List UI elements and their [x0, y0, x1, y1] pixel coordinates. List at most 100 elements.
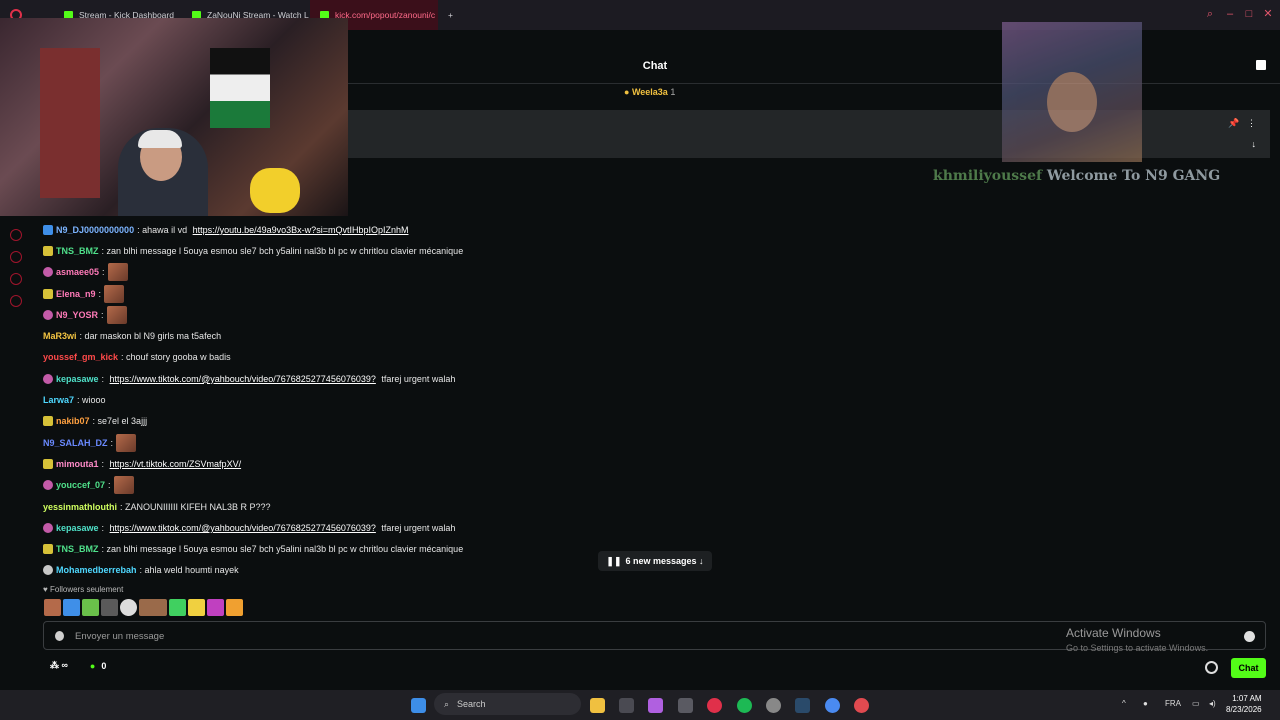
- language-indicator[interactable]: FRA: [1165, 699, 1181, 708]
- chat-username[interactable]: N9_DJ0000000000: [56, 225, 134, 235]
- app-icon[interactable]: [766, 698, 781, 713]
- chat-text: :: [102, 267, 105, 278]
- chat-settings-icon[interactable]: [1205, 661, 1218, 674]
- microphone-icon[interactable]: ●: [1143, 699, 1148, 708]
- send-chat-button[interactable]: Chat: [1231, 658, 1266, 678]
- new-messages-button[interactable]: ❚❚ 6 new messages ↓: [598, 551, 712, 571]
- pin-icon[interactable]: 📌: [1228, 118, 1239, 128]
- chat-username[interactable]: Larwa7: [43, 395, 74, 405]
- chat-username[interactable]: kepasawe: [56, 374, 99, 384]
- chat-message: nakib07: se7el el 3ajjj: [43, 411, 743, 432]
- chat-message: MaR3wi: dar maskon bl N9 girls ma t5afec…: [43, 325, 743, 346]
- emote-icon[interactable]: [63, 599, 80, 616]
- file-explorer-icon[interactable]: [590, 698, 605, 713]
- chat-messages: N9_DJ0000000000: ahawa il vd https://you…: [43, 219, 743, 581]
- chat-emote-icon: [113, 476, 134, 495]
- calculator-icon[interactable]: [678, 698, 693, 713]
- chat-username[interactable]: youssef_gm_kick: [43, 352, 118, 362]
- chat-username[interactable]: Elena_n9: [56, 289, 96, 299]
- windows-taskbar: [0, 690, 1280, 720]
- copilot-icon[interactable]: [648, 698, 663, 713]
- emote-icon[interactable]: [169, 599, 186, 616]
- emote-icon[interactable]: [120, 599, 137, 616]
- shelf-image: [40, 48, 100, 198]
- sidebar-history-icon[interactable]: [10, 251, 22, 263]
- emote-icon[interactable]: [139, 599, 167, 616]
- chat-text: : ahla weld houmti nayek: [139, 565, 239, 576]
- emote-icon[interactable]: [101, 599, 118, 616]
- chat-message: youssef_gm_kick: chouf story gooba w bad…: [43, 347, 743, 368]
- emote-icon[interactable]: [188, 599, 205, 616]
- chat-message: TNS_BMZ: zan blhi message l 5ouya esmou …: [43, 240, 743, 261]
- sidebar-settings-icon[interactable]: [10, 295, 22, 307]
- emote-icon[interactable]: [44, 599, 61, 616]
- chat-username[interactable]: nakib07: [56, 416, 90, 426]
- chat-message: N9_YOSR:: [43, 304, 743, 325]
- n9-emote-icon[interactable]: [226, 599, 243, 616]
- chat-emote-icon: [107, 263, 128, 282]
- chat-username[interactable]: youccef_07: [56, 480, 105, 490]
- new-tab-button[interactable]: +: [438, 0, 463, 30]
- chat-message: kepasawe: https://www.tiktok.com/@yahbou…: [43, 368, 743, 389]
- chat-username[interactable]: N9_YOSR: [56, 310, 98, 320]
- chat-text: : dar maskon bl N9 girls ma t5afech: [79, 331, 222, 342]
- spotify-icon[interactable]: [737, 698, 752, 713]
- guest-cam-overlay: [1002, 22, 1142, 162]
- chat-link[interactable]: https://www.tiktok.com/@yahbouch/video/7…: [110, 374, 376, 384]
- chat-username[interactable]: MaR3wi: [43, 331, 77, 341]
- chat-text: :: [101, 458, 107, 469]
- network-icon[interactable]: ▭: [1192, 699, 1200, 708]
- opera-gx-icon[interactable]: [707, 698, 722, 713]
- more-options-icon[interactable]: ⋮: [1247, 118, 1256, 128]
- sidebar-extensions-icon[interactable]: [10, 273, 22, 285]
- expand-arrow-icon[interactable]: ↓: [1228, 139, 1257, 149]
- chat-text: tfarej urgent walah: [378, 373, 456, 384]
- search-icon: ⌕: [444, 698, 450, 709]
- steam-icon[interactable]: [795, 698, 810, 713]
- chat-username[interactable]: N9_SALAH_DZ: [43, 438, 108, 448]
- chat-link[interactable]: https://youtu.be/49a9vo3Bx-w?si=mQvtIHbp…: [193, 225, 409, 235]
- chat-username[interactable]: asmaee05: [56, 267, 99, 277]
- chat-text: : chouf story gooba w badis: [121, 352, 231, 363]
- chrome-icon[interactable]: [825, 698, 840, 713]
- tray-chevron-icon[interactable]: ^: [1122, 699, 1126, 708]
- emote-icon[interactable]: [82, 599, 99, 616]
- n9-emote-icon[interactable]: [207, 599, 224, 616]
- chat-username[interactable]: TNS_BMZ: [56, 246, 99, 256]
- close-icon[interactable]: ✕: [1262, 8, 1274, 20]
- chat-emote-icon: [104, 284, 125, 303]
- chat-link[interactable]: https://www.tiktok.com/@yahbouch/video/7…: [110, 523, 376, 533]
- taskbar-search[interactable]: ⌕ Search: [434, 693, 581, 715]
- search-icon[interactable]: ⌕: [1204, 8, 1216, 20]
- chat-text: :: [101, 309, 104, 320]
- windows-start-icon[interactable]: [411, 698, 426, 713]
- chat-message: Elena_n9:: [43, 283, 743, 304]
- user-badge-icon: [43, 373, 53, 384]
- chat-username[interactable]: Mohamedberrebah: [56, 565, 137, 575]
- volume-icon[interactable]: ◂): [1209, 699, 1216, 708]
- emoji-picker-icon[interactable]: [1244, 631, 1255, 642]
- chat-link[interactable]: https://vt.tiktok.com/ZSVmafpXV/: [110, 459, 242, 469]
- chat-text: : ZANOUNIIIIII KIFEH NAL3B R P???: [120, 501, 271, 512]
- chat-message: N9_DJ0000000000: ahawa il vd https://you…: [43, 219, 743, 240]
- app-icon[interactable]: [854, 698, 869, 713]
- gift-icon: ●: [624, 87, 630, 97]
- chat-text: : se7el el 3ajjj: [92, 416, 148, 427]
- minimize-icon[interactable]: –: [1224, 8, 1236, 20]
- chat-username[interactable]: kepasawe: [56, 523, 99, 533]
- chat-username[interactable]: TNS_BMZ: [56, 544, 99, 554]
- flag-image: [210, 48, 270, 128]
- chat-text: :: [110, 437, 114, 448]
- chat-username[interactable]: yessinmathlouthi: [43, 502, 117, 512]
- chat-text: :: [101, 373, 107, 384]
- taskbar-clock[interactable]: 1:07 AM 8/23/2026: [1226, 693, 1262, 715]
- store-icon[interactable]: [619, 698, 634, 713]
- channel-points-icon[interactable]: ⁂ ∞: [50, 660, 68, 671]
- chat-title: Chat: [642, 60, 668, 72]
- top-gifter[interactable]: ● Weela3a 1: [624, 87, 675, 97]
- community-icon[interactable]: [1256, 60, 1266, 70]
- user-badge-icon: [43, 522, 53, 533]
- chat-username[interactable]: mimouta1: [56, 459, 99, 469]
- sidebar-player-icon[interactable]: [10, 229, 22, 241]
- maximize-icon[interactable]: □: [1243, 8, 1255, 20]
